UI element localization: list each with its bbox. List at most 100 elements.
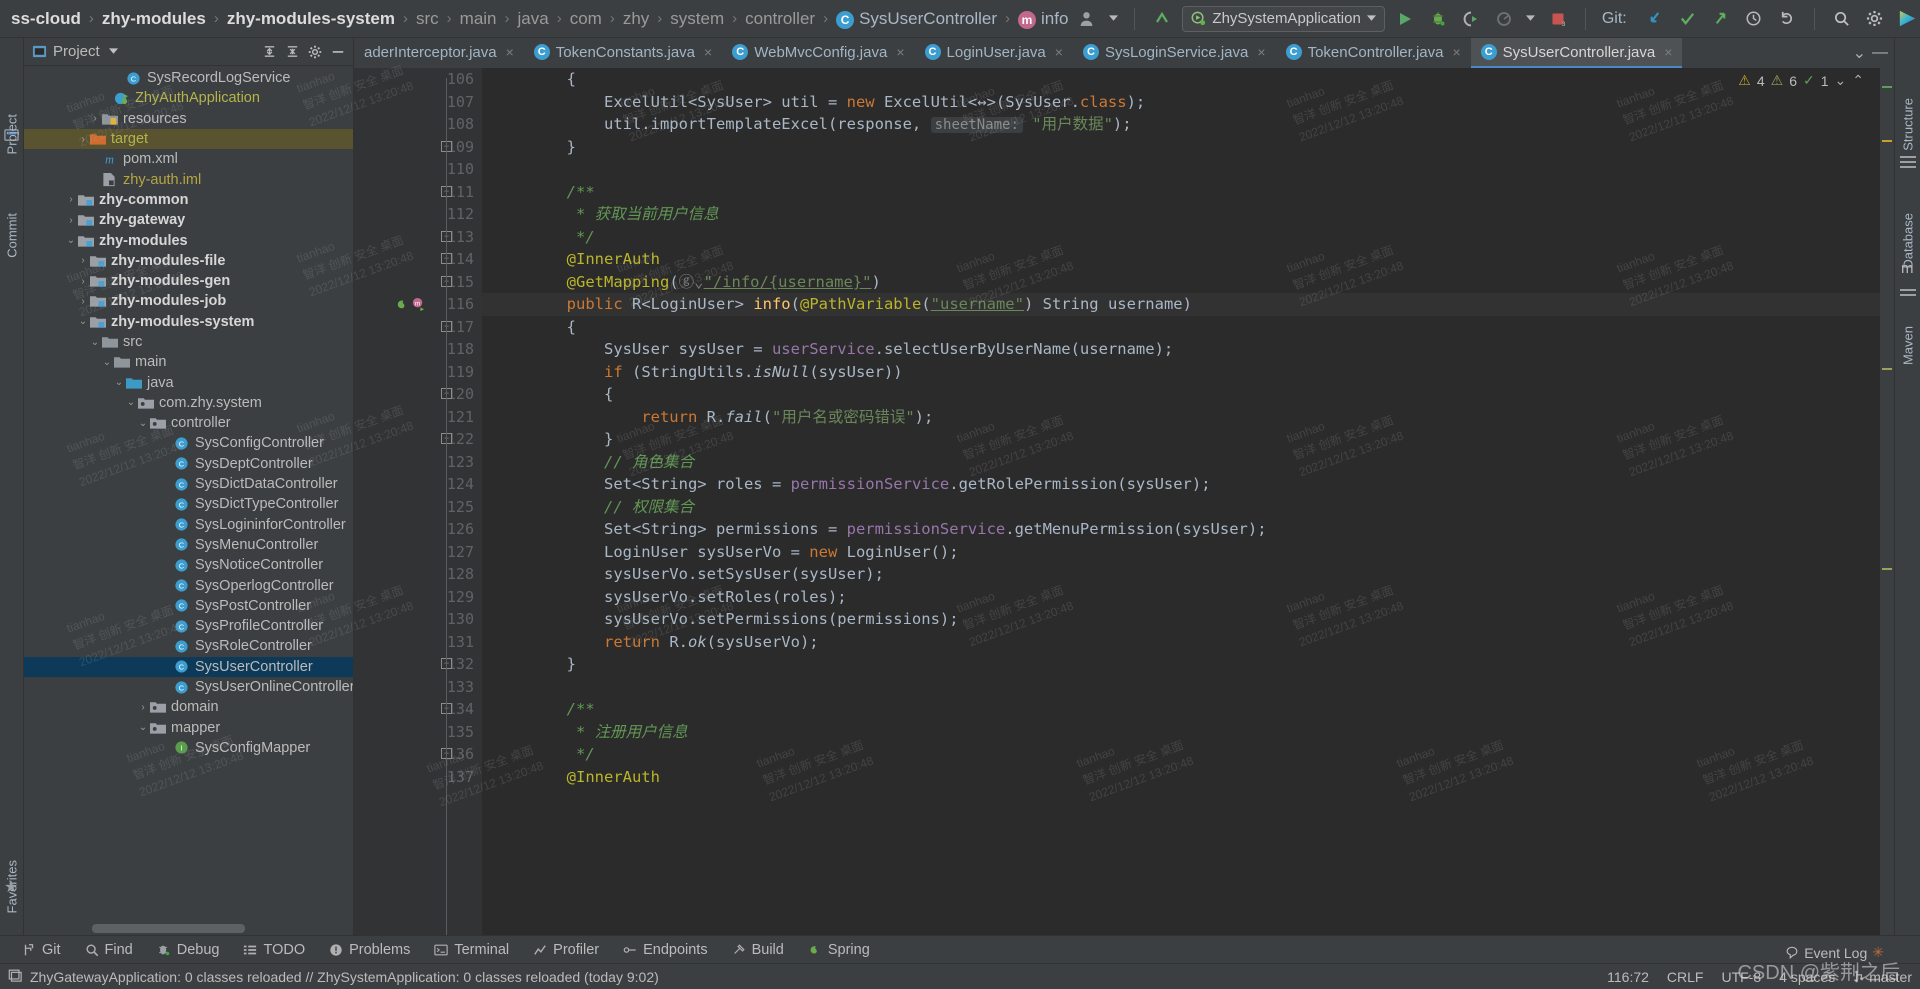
editor-tab-tokenconstants[interactable]: CTokenConstants.java× — [524, 38, 722, 68]
stop-icon[interactable]: 3 — [1545, 6, 1571, 32]
close-icon[interactable]: × — [1257, 44, 1265, 60]
chevron-down-icon[interactable]: ⌄ — [1853, 43, 1866, 63]
tree-item-controller[interactable]: ⌄controller — [24, 413, 353, 433]
chevron-right-icon[interactable]: › — [76, 255, 90, 266]
tree-item-zhy-modules[interactable]: ⌄zhy-modules — [24, 230, 353, 250]
tree-item-java[interactable]: ⌄java — [24, 372, 353, 392]
gear-icon[interactable] — [306, 43, 324, 61]
line-number[interactable]: 122 — [354, 428, 482, 451]
user-avatar-icon[interactable] — [1073, 6, 1099, 32]
chevron-down-icon[interactable] — [105, 43, 123, 61]
line-number[interactable]: 126 — [354, 518, 482, 541]
gutter-run-icons[interactable]: m — [395, 297, 426, 312]
back-arrow-icon[interactable] — [1149, 6, 1175, 32]
project-tree[interactable]: CSysRecordLogServiceZhyAuthApplication›r… — [24, 66, 353, 935]
chevron-down-icon[interactable]: ⌄ — [76, 316, 90, 327]
rail-item-structure[interactable]: Structure — [1900, 98, 1915, 151]
line-number[interactable]: 109 — [354, 136, 482, 159]
tree-item-syslogininforcontroller[interactable]: CSysLogininforController — [24, 515, 353, 535]
status-widget-icon[interactable] — [8, 968, 22, 985]
tree-item-sysdeptcontroller[interactable]: CSysDeptController — [24, 454, 353, 474]
tool-window-git[interactable]: Git — [10, 937, 73, 963]
inspection-widget[interactable]: ⚠ 4 ⚠ 6 ✓ 1 ⌄ ⌃ — [1738, 72, 1864, 89]
rollback-icon[interactable] — [1774, 6, 1800, 32]
tool-window-profiler[interactable]: Profiler — [521, 937, 611, 963]
chevron-right-icon[interactable]: › — [76, 276, 90, 287]
breadcrumb-item-src[interactable]: src — [411, 7, 444, 31]
run-configuration-selector[interactable]: ZhySystemApplication — [1182, 6, 1384, 32]
editor-tab-sysusercontroller[interactable]: CSysUserController.java× — [1471, 38, 1683, 68]
code-line-124[interactable]: Set<String> roles = permissionService.ge… — [482, 473, 1894, 496]
git-commit-icon[interactable] — [1675, 6, 1701, 32]
maven-m-icon[interactable]: m — [1901, 260, 1914, 277]
code-line-131[interactable]: return R.ok(sysUserVo); — [482, 631, 1894, 654]
chevron-down-icon[interactable]: ⌄ — [88, 337, 102, 348]
line-number[interactable]: 136 — [354, 743, 482, 766]
breadcrumb-item-controller[interactable]: controller — [740, 7, 820, 31]
chevron-down-icon[interactable]: ⌄ — [112, 377, 126, 388]
line-number[interactable]: 108 — [354, 113, 482, 136]
line-number[interactable]: 115 — [354, 271, 482, 294]
rail-item-maven[interactable]: Maven — [1900, 326, 1915, 365]
code-line-130[interactable]: sysUserVo.setPermissions(permissions); — [482, 608, 1894, 631]
close-icon[interactable]: × — [506, 44, 514, 60]
line-number[interactable]: 129 — [354, 586, 482, 609]
line-number[interactable]: 127 — [354, 541, 482, 564]
code-line-108[interactable]: util.importTemplateExcel(response, sheet… — [482, 113, 1894, 136]
inspection-expand-icon[interactable]: ⌃ — [1852, 72, 1864, 89]
chevron-down-icon[interactable]: ⌄ — [1835, 72, 1847, 89]
history-icon[interactable] — [1741, 6, 1767, 32]
error-stripe[interactable] — [1880, 68, 1894, 935]
editor-gutter[interactable]: 1061071081091101111121131141151161171181… — [354, 68, 482, 935]
line-number[interactable]: 131 — [354, 631, 482, 654]
code-line-106[interactable]: { — [482, 68, 1894, 91]
line-number[interactable]: 137 — [354, 766, 482, 789]
code-line-137[interactable]: @InnerAuth — [482, 766, 1894, 789]
editor-tabs[interactable]: aderInterceptor.java×CTokenConstants.jav… — [354, 38, 1894, 68]
close-icon[interactable]: × — [1452, 44, 1460, 60]
tree-item-sysdictdatacontroller[interactable]: CSysDictDataController — [24, 474, 353, 494]
tree-item-main[interactable]: ⌄main — [24, 352, 353, 372]
code-line-132[interactable]: } — [482, 653, 1894, 676]
tool-window-debug[interactable]: Debug — [145, 937, 232, 963]
line-number[interactable]: 107 — [354, 91, 482, 114]
line-number[interactable]: 125 — [354, 496, 482, 519]
collapse-all-icon[interactable] — [283, 43, 301, 61]
tool-window-terminal[interactable]: Terminal — [422, 937, 521, 963]
editor-tab-webmvcconfig[interactable]: CWebMvcConfig.java× — [722, 38, 914, 68]
tree-item-zhy-modules-job[interactable]: ›zhy-modules-job — [24, 291, 353, 311]
git-update-icon[interactable] — [1642, 6, 1668, 32]
line-number[interactable]: 135 — [354, 721, 482, 744]
line-number[interactable]: 117 — [354, 316, 482, 339]
tree-item-sysoperlogcontroller[interactable]: CSysOperlogController — [24, 575, 353, 595]
editor-tab-tokencontroller[interactable]: CTokenController.java× — [1276, 38, 1471, 68]
code-line-117[interactable]: { — [482, 316, 1894, 339]
tree-item-sysrolecontroller[interactable]: CSysRoleController — [24, 636, 353, 656]
line-number[interactable]: 119 — [354, 361, 482, 384]
hide-icon[interactable]: — — [1872, 44, 1888, 62]
code-line-112[interactable]: * 获取当前用户信息 — [482, 203, 1894, 226]
close-icon[interactable]: × — [1664, 44, 1672, 60]
tree-item-sysmenucontroller[interactable]: CSysMenuController — [24, 535, 353, 555]
code-line-127[interactable]: LoginUser sysUserVo = new LoginUser(); — [482, 541, 1894, 564]
chevron-down-icon[interactable] — [1524, 6, 1538, 32]
code-line-110[interactable] — [482, 158, 1894, 181]
line-number[interactable]: 124 — [354, 473, 482, 496]
tree-item-sysusercontroller[interactable]: CSysUserController — [24, 657, 353, 677]
code-line-125[interactable]: // 权限集合 — [482, 496, 1894, 519]
tree-item-zhyauthapplication[interactable]: ZhyAuthApplication — [24, 88, 353, 108]
run-icon[interactable] — [1392, 6, 1418, 32]
tree-item-zhy-auth-iml[interactable]: zhy-auth.iml — [24, 169, 353, 189]
breadcrumb-item-com[interactable]: com — [565, 7, 607, 31]
editor-tab-sysloginservice[interactable]: CSysLoginService.java× — [1073, 38, 1276, 68]
tree-item-domain[interactable]: ›domain — [24, 697, 353, 717]
line-number[interactable]: 121 — [354, 406, 482, 429]
chevron-right-icon[interactable]: › — [64, 194, 78, 205]
tree-item-target[interactable]: ›target — [24, 129, 353, 149]
code-line-113[interactable]: */ — [482, 226, 1894, 249]
line-number[interactable]: 133 — [354, 676, 482, 699]
expand-all-icon[interactable] — [260, 43, 278, 61]
code-line-107[interactable]: ExcelUtil<SysUser> util = new ExcelUtil<… — [482, 91, 1894, 114]
debug-icon[interactable] — [1425, 6, 1451, 32]
chevron-down-icon[interactable]: ⌄ — [64, 235, 78, 246]
